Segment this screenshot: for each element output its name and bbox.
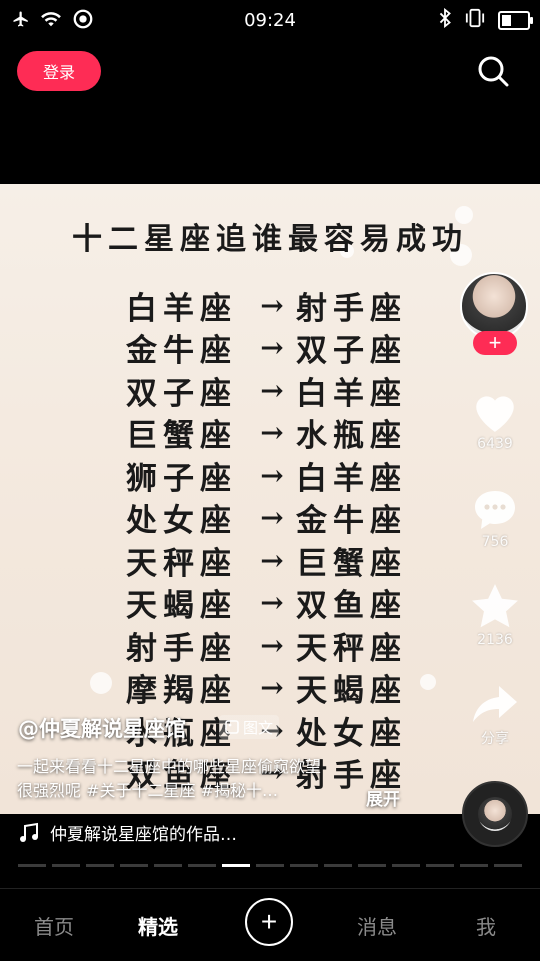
zodiac-from: 金牛座 (126, 333, 237, 370)
pager-dot (494, 864, 522, 867)
music-note-icon (20, 822, 38, 842)
zodiac-from: 双子座 (126, 375, 237, 412)
zodiac-pair-row: 射手座 → 天秤座 (126, 624, 420, 667)
music-row[interactable]: 仲夏解说星座馆的作品… (18, 820, 237, 845)
zodiac-to: 天秤座 (296, 630, 407, 667)
pager-dot (290, 864, 318, 867)
description-line: 一起来看看十二星座中的哪些星座偷窥欲望 (17, 757, 322, 776)
pager-dot (188, 864, 216, 867)
zodiac-to: 天蝎座 (296, 673, 407, 710)
zodiac-pair-row: 天蝎座 → 双鱼座 (126, 582, 420, 625)
arrow-icon: → (260, 628, 284, 662)
share-label: 分享 (481, 731, 509, 747)
comment-count: 756 (481, 534, 509, 550)
pager-dot (154, 864, 182, 867)
image-icon (225, 720, 239, 734)
zodiac-to: 射手座 (296, 290, 407, 327)
image-text-badge-label: 图文 (243, 718, 274, 737)
music-disc[interactable] (462, 781, 528, 847)
author-name[interactable]: @仲夏解说星座馆 (18, 713, 186, 743)
arrow-icon: → (260, 331, 284, 365)
comment-button[interactable]: 756 (465, 486, 525, 550)
login-button[interactable]: 登录 (17, 51, 101, 91)
zodiac-from: 巨蟹座 (126, 418, 237, 455)
pager-dot (392, 864, 420, 867)
nav-messages[interactable]: 消息 (357, 911, 397, 940)
zodiac-from: 狮子座 (126, 460, 237, 497)
pager-dot (52, 864, 80, 867)
zodiac-from: 天蝎座 (126, 588, 237, 625)
pager-dot (256, 864, 284, 867)
nav-home[interactable]: 首页 (34, 911, 74, 940)
expand-link[interactable]: 展开 (366, 785, 400, 810)
zodiac-from: 摩羯座 (126, 673, 237, 710)
post-description: 一起来看看十二星座中的哪些星座偷窥欲望 很强烈呢 #关于十二星座 #揭秘十… (17, 755, 397, 803)
description-line: 很强烈呢 #关于十二星座 #揭秘十… (17, 781, 278, 800)
arrow-icon: → (260, 671, 284, 705)
pager-dot (18, 864, 46, 867)
heart-icon (476, 396, 514, 432)
zodiac-pair-row: 狮子座 → 白羊座 (126, 454, 420, 497)
zodiac-pair-row: 双子座 → 白羊座 (126, 369, 420, 412)
pager-dot (222, 864, 250, 867)
post-title: 十二星座追谁最容易成功 (72, 222, 468, 257)
arrow-icon: → (260, 288, 284, 322)
zodiac-to: 巨蟹座 (296, 545, 407, 582)
arrow-icon: → (260, 458, 284, 492)
music-disc-avatar (478, 797, 512, 831)
zodiac-from: 天秤座 (126, 545, 237, 582)
comment-icon (475, 491, 515, 529)
share-icon (473, 686, 517, 722)
like-button[interactable]: 6439 (465, 388, 525, 452)
arrow-icon: → (260, 373, 284, 407)
pager-dot (460, 864, 488, 867)
image-text-badge: 图文 (219, 715, 280, 739)
follow-button[interactable]: + (473, 331, 517, 355)
status-bar: 09:24 (0, 0, 540, 40)
like-count: 6439 (477, 436, 513, 452)
zodiac-from: 处女座 (126, 503, 237, 540)
share-button[interactable]: 分享 (465, 682, 525, 748)
zodiac-to: 水瓶座 (296, 418, 407, 455)
zodiac-to: 双鱼座 (296, 588, 407, 625)
nav-me[interactable]: 我 (476, 911, 496, 940)
favorite-count: 2136 (477, 632, 513, 648)
search-icon[interactable] (474, 52, 512, 90)
nav-featured[interactable]: 精选 (138, 911, 178, 940)
zodiac-from: 射手座 (126, 630, 237, 667)
zodiac-to: 金牛座 (296, 503, 407, 540)
status-right (438, 7, 533, 32)
image-pager (18, 864, 522, 867)
zodiac-pair-row: 摩羯座 → 天蝎座 (126, 667, 420, 710)
arrow-icon: → (260, 416, 284, 450)
create-plus-button[interactable]: + (245, 898, 293, 946)
zodiac-to: 处女座 (296, 715, 407, 752)
favorite-button[interactable]: 2136 (465, 582, 525, 648)
pager-dot (86, 864, 114, 867)
arrow-icon: → (260, 543, 284, 577)
zodiac-to: 白羊座 (296, 375, 407, 412)
zodiac-pair-row: 金牛座 → 双子座 (126, 327, 420, 370)
battery-icon (498, 10, 533, 30)
pager-dot (358, 864, 386, 867)
arrow-icon: → (260, 586, 284, 620)
pager-dot (426, 864, 454, 867)
zodiac-pair-row: 处女座 → 金牛座 (126, 497, 420, 540)
arrow-icon: → (260, 501, 284, 535)
petal-decoration (420, 674, 436, 690)
star-icon (472, 584, 518, 628)
zodiac-pair-row: 天秤座 → 巨蟹座 (126, 539, 420, 582)
zodiac-from: 白羊座 (126, 290, 237, 327)
vibrate-icon (464, 8, 486, 32)
pager-dot (120, 864, 148, 867)
pager-dot (324, 864, 352, 867)
petal-decoration (90, 672, 112, 694)
zodiac-pair-row: 巨蟹座 → 水瓶座 (126, 412, 420, 455)
bluetooth-icon (438, 7, 452, 32)
zodiac-to: 白羊座 (296, 460, 407, 497)
zodiac-to: 双子座 (296, 333, 407, 370)
music-title: 仲夏解说星座馆的作品… (50, 825, 237, 845)
zodiac-pair-row: 白羊座 → 射手座 (126, 284, 420, 327)
